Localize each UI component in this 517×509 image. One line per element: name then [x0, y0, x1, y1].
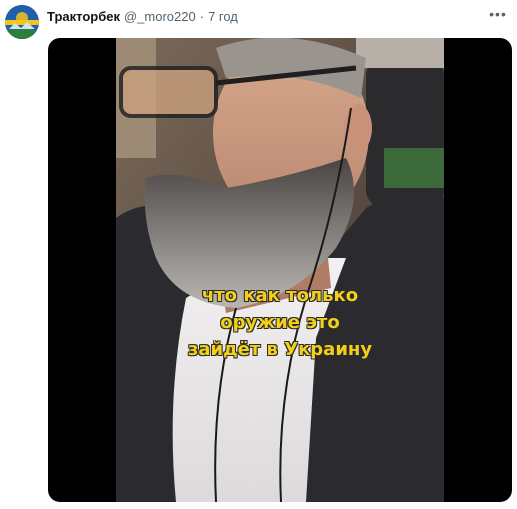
tweet-card: Тракторбек @_moro220 · 7 год ••• что как… — [0, 0, 517, 509]
video-subtitle: что как только оружие это зайдёт в Украи… — [116, 282, 444, 363]
tweet-timestamp[interactable]: 7 год — [208, 9, 238, 24]
tweet-header: Тракторбек @_moro220 · 7 год — [47, 9, 238, 27]
author-name[interactable]: Тракторбек — [47, 9, 120, 24]
video-player[interactable]: что как только оружие это зайдёт в Украи… — [48, 38, 512, 502]
header-separator: · — [199, 9, 205, 24]
subtitle-line-1: что как только — [201, 285, 359, 306]
author-avatar[interactable] — [5, 5, 39, 39]
video-frame: что как только оружие это зайдёт в Украи… — [116, 38, 444, 502]
video-still-image — [116, 38, 444, 502]
subtitle-line-3: зайдёт в Украину — [187, 339, 373, 360]
subtitle-line-2: оружие это — [220, 312, 340, 333]
more-options-icon[interactable]: ••• — [487, 6, 509, 26]
avatar-image — [5, 5, 39, 39]
author-handle[interactable]: @_moro220 — [124, 9, 196, 24]
